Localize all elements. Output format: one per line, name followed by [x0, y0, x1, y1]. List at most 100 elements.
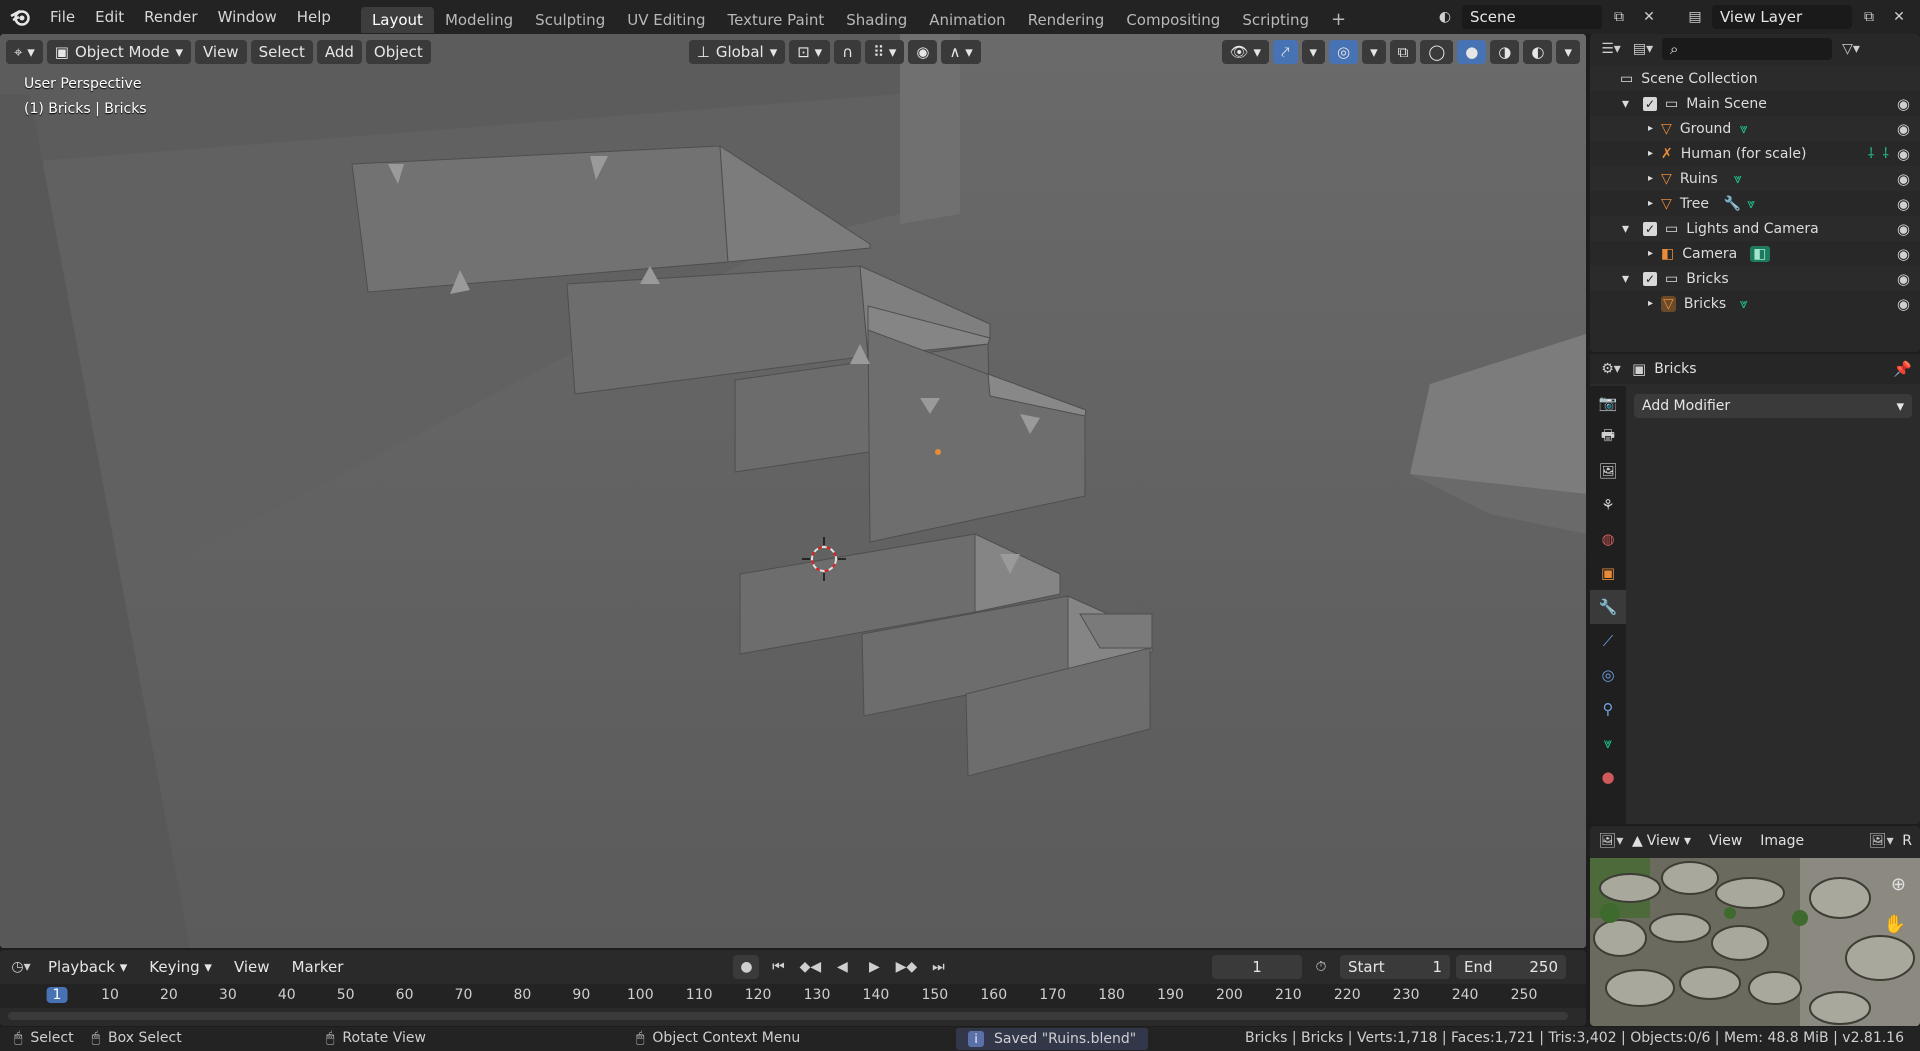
shading-options-button[interactable]: ▾: [1556, 40, 1580, 64]
menu-playback[interactable]: Playback ▾: [40, 955, 135, 979]
visibility-button[interactable]: 👁 ▾: [1221, 40, 1270, 64]
scene-selector[interactable]: ◐ Scene ⧉ ✕: [1432, 5, 1662, 29]
tab-physics-icon[interactable]: ◎: [1590, 658, 1626, 692]
menu-keying[interactable]: Keying ▾: [141, 955, 220, 979]
next-keyframe-icon[interactable]: ▶◆: [893, 955, 919, 979]
prev-keyframe-icon[interactable]: ◆◀: [797, 955, 823, 979]
tab-rendering[interactable]: Rendering: [1017, 7, 1116, 33]
menu-image[interactable]: Image: [1760, 833, 1804, 849]
outliner-editor-icon[interactable]: ☰▾: [1598, 37, 1624, 61]
transform-orientation-dropdown[interactable]: ⊥ Global ▾: [688, 40, 786, 64]
end-frame-field[interactable]: End 250: [1456, 955, 1566, 979]
chevron-right-icon[interactable]: ▸: [1648, 173, 1653, 184]
blender-logo-icon[interactable]: [0, 0, 40, 34]
chevron-right-icon[interactable]: ▸: [1648, 248, 1653, 259]
menu-edit[interactable]: Edit: [85, 0, 134, 34]
wireframe-shading-button[interactable]: ◯: [1420, 40, 1454, 64]
jump-end-icon[interactable]: ⏭: [925, 955, 951, 979]
3d-viewport[interactable]: ⌖ ▾ ▣ Object Mode ▾ View Select Add Obje…: [0, 34, 1586, 948]
properties-editor-icon[interactable]: ⚙▾: [1598, 357, 1624, 381]
tab-constraints-icon[interactable]: ⚲: [1590, 692, 1626, 726]
eye-icon[interactable]: ◉: [1897, 270, 1910, 288]
chevron-down-icon[interactable]: ▾: [1622, 271, 1629, 287]
pan-hand-icon[interactable]: ✋: [1884, 914, 1906, 935]
eye-icon[interactable]: ◉: [1897, 95, 1910, 113]
filter-icon[interactable]: ▽▾: [1838, 37, 1864, 61]
image-editor-type-icon[interactable]: 🖼▾: [1598, 829, 1624, 853]
chevron-right-icon[interactable]: ▸: [1648, 148, 1653, 159]
overlays-options-button[interactable]: ▾: [1362, 40, 1386, 64]
gizmo-options-button[interactable]: ▾: [1301, 40, 1326, 64]
menu-help[interactable]: Help: [287, 0, 341, 34]
outliner-row-camera[interactable]: ▸ ◧ Camera ◧ ◉: [1590, 241, 1920, 266]
preview-range-icon[interactable]: ⏱: [1308, 955, 1334, 979]
exclude-checkbox[interactable]: ✓: [1643, 271, 1658, 286]
outliner-row-ruins[interactable]: ▸ ▽ Ruins ⩔ ◉: [1590, 166, 1920, 191]
chevron-down-icon[interactable]: ▾: [1622, 96, 1629, 112]
eye-icon[interactable]: ◉: [1897, 245, 1910, 263]
view-mode-dropdown[interactable]: ▲ View ▾: [1632, 833, 1691, 849]
view-layer-selector[interactable]: ▤ View Layer ⧉ ✕: [1682, 5, 1912, 29]
play-reverse-icon[interactable]: ◀: [829, 955, 855, 979]
outliner-row-bricks-object[interactable]: ▸ ▽ Bricks ⩔ ◉: [1590, 291, 1920, 316]
eye-icon[interactable]: ◉: [1897, 295, 1910, 313]
tab-sculpting[interactable]: Sculpting: [524, 7, 616, 33]
material-shading-button[interactable]: ◑: [1490, 40, 1520, 64]
save-report[interactable]: i Saved "Ruins.blend": [956, 1028, 1149, 1050]
tab-view-layer-icon[interactable]: 🖼: [1590, 454, 1626, 488]
play-icon[interactable]: ▶: [861, 955, 887, 979]
tab-animation[interactable]: Animation: [918, 7, 1016, 33]
eye-icon[interactable]: ◉: [1897, 120, 1910, 138]
display-mode-icon[interactable]: ▤▾: [1630, 37, 1656, 61]
eye-icon[interactable]: ◉: [1897, 170, 1910, 188]
xray-toggle[interactable]: ⧉: [1389, 40, 1417, 64]
new-scene-icon[interactable]: ⧉: [1606, 5, 1632, 29]
tab-shading[interactable]: Shading: [835, 7, 918, 33]
new-view-layer-icon[interactable]: ⧉: [1856, 5, 1882, 29]
chevron-right-icon[interactable]: ▸: [1648, 298, 1653, 309]
outliner-row-tree[interactable]: ▸ ▽ Tree 🔧 ⩔ ◉: [1590, 191, 1920, 216]
chevron-down-icon[interactable]: ▾: [1622, 221, 1629, 237]
tab-data-icon[interactable]: ⩔: [1590, 726, 1626, 760]
timeline-scrollbar[interactable]: [8, 1012, 1568, 1020]
record-button[interactable]: ●: [733, 955, 760, 979]
menu-window[interactable]: Window: [208, 0, 287, 34]
tab-object-icon[interactable]: ▣: [1590, 556, 1626, 590]
tab-modeling[interactable]: Modeling: [434, 7, 524, 33]
tab-scene-icon[interactable]: ⚘: [1590, 488, 1626, 522]
menu-view[interactable]: View: [1709, 833, 1742, 849]
add-modifier-dropdown[interactable]: Add Modifier ▾: [1634, 394, 1912, 418]
exclude-checkbox[interactable]: ✓: [1643, 96, 1658, 111]
delete-view-layer-icon[interactable]: ✕: [1886, 5, 1912, 29]
proportional-edit-toggle[interactable]: ◉: [908, 40, 938, 64]
eye-icon[interactable]: ◉: [1897, 220, 1910, 238]
snap-target-button[interactable]: ⠿ ▾: [865, 40, 905, 64]
solid-shading-button[interactable]: ●: [1457, 40, 1487, 64]
tab-render-icon[interactable]: 📷: [1590, 386, 1626, 420]
mode-dropdown[interactable]: ▣ Object Mode ▾: [46, 40, 191, 64]
tab-output-icon[interactable]: 🖶: [1590, 420, 1626, 454]
start-frame-field[interactable]: Start 1: [1340, 955, 1450, 979]
tab-compositing[interactable]: Compositing: [1115, 7, 1231, 33]
timeline-ruler[interactable]: 1 10 20 30 40 50 60 70 80 90 100 110 120 130 140 150 160…: [0, 984, 1586, 1008]
browse-image-icon[interactable]: 🖼▾: [1868, 829, 1894, 853]
pin-icon[interactable]: 📌: [1893, 360, 1912, 378]
chevron-right-icon[interactable]: ▸: [1648, 198, 1653, 209]
overlays-toggle[interactable]: ◎: [1329, 40, 1359, 64]
menu-select[interactable]: Select: [250, 40, 313, 64]
eye-icon[interactable]: ◉: [1897, 195, 1910, 213]
outliner-row-ground[interactable]: ▸ ▽ Ground ⩔ ◉: [1590, 116, 1920, 141]
tab-uv-editing[interactable]: UV Editing: [616, 7, 716, 33]
zoom-icon[interactable]: ⊕: [1891, 874, 1906, 895]
current-frame-field[interactable]: 1: [1212, 955, 1302, 979]
menu-add[interactable]: Add: [316, 40, 362, 64]
outliner-row-lights-camera[interactable]: ▾ ✓ ▭ Lights and Camera ◉: [1590, 216, 1920, 241]
timeline-editor-icon[interactable]: ◷▾: [8, 955, 34, 979]
tab-modifier-icon[interactable]: 🔧: [1590, 590, 1626, 624]
tab-particles-icon[interactable]: ⟋: [1590, 624, 1626, 658]
tab-scripting[interactable]: Scripting: [1231, 7, 1320, 33]
chevron-right-icon[interactable]: ▸: [1648, 123, 1653, 134]
outliner-row-bricks-collection[interactable]: ▾ ✓ ▭ Bricks ◉: [1590, 266, 1920, 291]
menu-view[interactable]: View: [226, 955, 278, 979]
menu-marker[interactable]: Marker: [284, 955, 352, 979]
